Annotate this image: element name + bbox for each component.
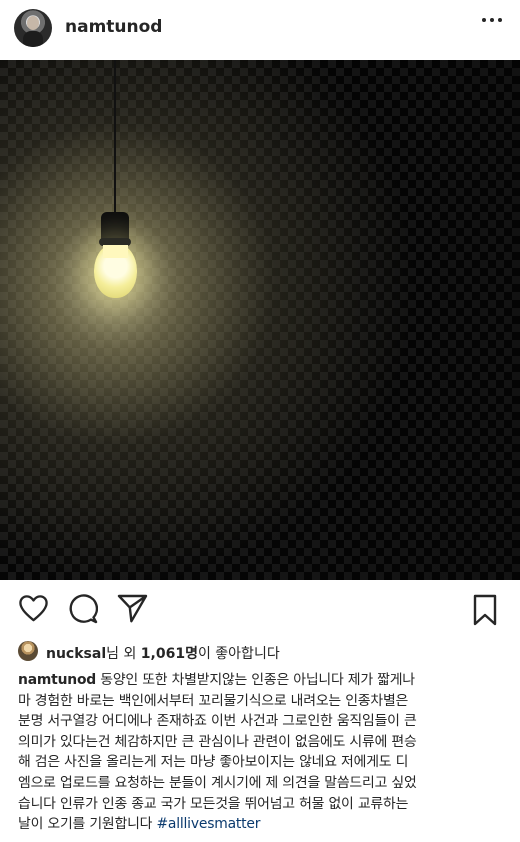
caption-final-line: 날이 오기를 기원합니다 #alllivesmatter xyxy=(18,814,506,835)
avatar-face xyxy=(27,16,39,30)
profile-avatar[interactable] xyxy=(14,9,52,47)
bulb-neck xyxy=(103,245,128,258)
comment-icon[interactable] xyxy=(68,594,98,624)
likes-text[interactable]: nucksal님 외 1,061명이 좋아합니다 xyxy=(46,643,280,663)
bulb-cord xyxy=(114,60,116,215)
post-header: namtunod xyxy=(0,0,520,58)
bookmark-icon[interactable] xyxy=(472,594,498,626)
likes-suffix-before: 님 외 xyxy=(106,646,141,662)
post-caption: namtunod 동양인 또한 차별받지않는 인종은 아닙니다 제가 짧게나 마… xyxy=(18,670,506,835)
post-image[interactable] xyxy=(0,60,520,580)
likes-count[interactable]: 1,061명 xyxy=(141,646,198,662)
caption-line-1: namtunod 동양인 또한 차별받지않는 인종은 아닙니다 제가 짧게나 xyxy=(18,670,506,691)
hashtag-link[interactable]: #alllivesmatter xyxy=(156,816,260,832)
caption-text-line: 습니다 인류가 인종 종교 국가 모든것을 뛰어넘고 허물 없이 교류하는 xyxy=(18,795,409,812)
caption-text-line: 마 경험한 바로는 백인에서부터 꼬리물기식으로 내려오는 인종차별은 xyxy=(18,692,409,709)
post-actions xyxy=(0,580,520,640)
caption-text-line: 날이 오기를 기원합니다 xyxy=(18,816,153,833)
liker-avatar[interactable] xyxy=(18,641,38,661)
liker-name[interactable]: nucksal xyxy=(46,646,106,662)
caption-text-line: 해 검은 사진을 올리는게 저는 마냥 좋아보이지는 않네요 저에게도 디 xyxy=(18,754,409,771)
heart-icon[interactable] xyxy=(18,594,49,622)
share-icon[interactable] xyxy=(117,594,148,623)
caption-text-line: 분명 서구열강 어디에나 존재하죠 이번 사건과 그로인한 움직임들이 큰 xyxy=(18,713,417,730)
avatar-shirt xyxy=(23,31,43,47)
likes-suffix-after: 이 좋아합니다 xyxy=(197,646,280,662)
caption-text-line: 엠으로 업로드를 요청하는 분들이 계시기에 제 의견을 말씀드리고 싶었 xyxy=(18,774,417,791)
more-options-icon[interactable] xyxy=(482,18,502,23)
caption-text-line: 동양인 또한 차별받지않는 인종은 아닙니다 제가 짧게나 xyxy=(100,672,415,688)
caption-username[interactable]: namtunod xyxy=(18,672,96,688)
post-username[interactable]: namtunod xyxy=(65,17,162,37)
likes-summary[interactable]: nucksal님 외 1,061명이 좋아합니다 xyxy=(18,641,508,669)
caption-text-line: 의미가 있다는건 체감하지만 큰 관심이나 관련이 없음에도 시류에 편승 xyxy=(18,733,417,750)
